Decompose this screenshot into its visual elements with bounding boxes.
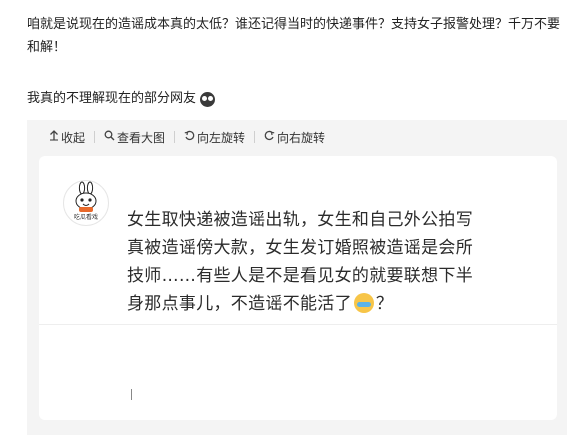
image-toolbar: 收起 查看大图 向左旋转 向右旋转 — [27, 120, 567, 154]
rotate-right-icon — [264, 130, 275, 144]
view-large-button[interactable]: 查看大图 — [102, 129, 167, 146]
collapse-button[interactable]: 收起 — [47, 129, 87, 146]
image-body-text: 女生取快递被造谣出轨，女生和自己外公拍写真被造谣傍大款，女生发订婚照被造谣是会所… — [127, 206, 487, 318]
image-text-part1: 女生取快递被造谣出轨，女生和自己外公拍写真被造谣傍大款，女生发订婚照被造谣是会所… — [127, 210, 473, 314]
toolbar-divider — [94, 131, 96, 143]
collapse-label: 收起 — [61, 130, 86, 145]
collapse-up-icon — [49, 130, 59, 144]
avatar: 吃瓜看戏 — [63, 180, 109, 226]
avatar-caption: 吃瓜看戏 — [73, 214, 98, 221]
image-text-part2: ？ — [375, 294, 394, 314]
magnifier-icon — [104, 130, 115, 144]
rotate-right-label: 向右旋转 — [277, 130, 326, 145]
rotate-left-label: 向左旋转 — [197, 130, 246, 145]
rotate-left-icon — [184, 130, 195, 144]
rotate-right-button[interactable]: 向右旋转 — [262, 129, 327, 146]
post-line-text: 我真的不理解现在的部分网友 — [27, 91, 197, 106]
rotate-left-button[interactable]: 向左旋转 — [182, 129, 247, 146]
post-paragraph: 咱就是说现在的造谣成本真的太低？谁还记得当时的快递事件？支持女子报警处理？千万不… — [27, 17, 561, 55]
post-image[interactable]: 吃瓜看戏 女生取快递被造谣出轨，女生和自己外公拍写真被造谣傍大款，女生发订婚照被… — [39, 156, 557, 420]
crying-face-icon — [353, 293, 374, 313]
toolbar-divider — [174, 131, 176, 143]
view-large-label: 查看大图 — [117, 130, 166, 145]
text-cursor-mark — [131, 389, 132, 400]
face-emoji-icon — [200, 91, 216, 107]
post-line: 我真的不理解现在的部分网友 — [27, 89, 216, 109]
image-viewer: 收起 查看大图 向左旋转 向右旋转 吃瓜看戏 女生取快递被造谣出轨，女生和自己外… — [27, 120, 567, 435]
toolbar-divider — [254, 131, 256, 143]
image-divider — [39, 324, 557, 325]
